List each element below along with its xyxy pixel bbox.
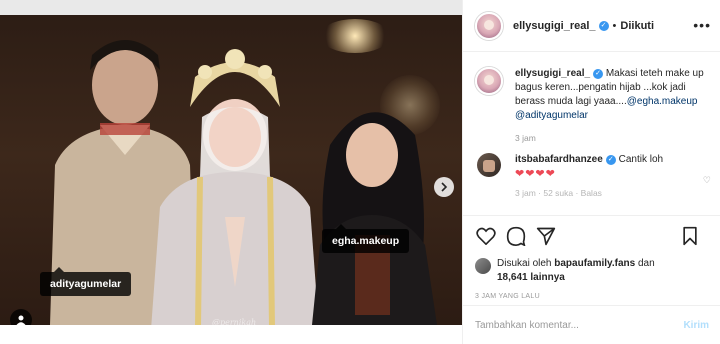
likes-prefix: Disukai oleh (497, 258, 552, 269)
follow-status-button[interactable]: Diikuti (620, 20, 654, 32)
photo-frame: adityagumelar egha.makeup @pernikah (0, 0, 462, 344)
like-heart-icon[interactable] (475, 225, 497, 247)
mention-egha-makeup[interactable]: @egha.makeup (627, 96, 698, 107)
chevron-right-icon (441, 182, 448, 192)
verified-badge-icon: ✓ (605, 155, 616, 165)
comment-like-icon[interactable]: ♡ (703, 175, 711, 186)
comment-item: itsbabafardhanzee ✓ Cantik loh ❤❤❤❤ 3 jam… (475, 153, 709, 200)
next-photo-button[interactable] (434, 177, 454, 197)
save-bookmark-icon[interactable] (679, 225, 701, 247)
likes-summary[interactable]: Disukai oleh bapaufamily.fans dan 18,641… (475, 257, 709, 285)
hearts-emoji: ❤❤❤❤ (515, 168, 556, 180)
ceiling-lamp (320, 19, 390, 53)
likes-connector: dan (638, 258, 655, 269)
separator-dot: • (612, 19, 617, 32)
post-side-panel: ellysugigi_real_ ✓ • Diikuti ••• ellysug… (462, 0, 720, 344)
author-username[interactable]: ellysugigi_real_ (513, 20, 596, 32)
mention-adityagumelar[interactable]: @adityagumelar (515, 110, 588, 121)
likes-count[interactable]: 18,641 lainnya (497, 272, 565, 283)
commenter-username[interactable]: itsbabafardhanzee (515, 154, 603, 165)
verified-badge-icon: ✓ (593, 69, 604, 79)
photo-tag-egha-makeup[interactable]: egha.makeup (322, 224, 410, 253)
commenter-avatar[interactable] (477, 153, 501, 177)
comment-text: Cantik loh (618, 154, 664, 165)
verified-badge-icon: ✓ (598, 20, 609, 31)
post-actions: Disukai oleh bapaufamily.fans dan 18,641… (463, 215, 720, 301)
post-header: ellysugigi_real_ ✓ • Diikuti ••• (463, 0, 720, 52)
likes-text: Disukai oleh bapaufamily.fans dan 18,641… (497, 257, 655, 285)
caption-author-avatar[interactable] (475, 67, 503, 95)
comments-list[interactable]: ellysugigi_real_ ✓ Makasi teteh make up b… (463, 53, 720, 213)
comment-bubble-icon[interactable] (505, 225, 527, 247)
more-options-icon[interactable]: ••• (693, 17, 711, 33)
caption-time: 3 jam (515, 133, 536, 143)
caption-body: ellysugigi_real_ ✓ Makasi teteh make up b… (515, 67, 705, 145)
liker-avatar (475, 258, 491, 274)
author-avatar[interactable] (475, 11, 503, 40)
caption-username[interactable]: ellysugigi_real_ (515, 68, 590, 79)
likes-user[interactable]: bapaufamily.fans (554, 258, 635, 269)
post-comment-button[interactable]: Kirim (683, 320, 709, 331)
photo-bottom-strip (0, 325, 462, 344)
action-icons-row (475, 224, 709, 248)
post-photo[interactable]: adityagumelar egha.makeup @pernikah (0, 0, 462, 344)
comment-body: itsbabafardhanzee ✓ Cantik loh ❤❤❤❤ 3 jam… (515, 153, 705, 200)
comment-meta: 3 jam · 52 suka · Balas (515, 188, 602, 198)
comment-input[interactable] (475, 319, 665, 331)
caption-comment: ellysugigi_real_ ✓ Makasi teteh make up b… (475, 67, 709, 145)
share-plane-icon[interactable] (535, 225, 557, 247)
post-timestamp[interactable]: 3 JAM YANG LALU (475, 293, 709, 300)
makeup-artist-figure (310, 112, 440, 344)
add-comment-bar: Kirim (463, 305, 720, 344)
photo-tag-adityagumelar[interactable]: adityagumelar (40, 267, 132, 296)
